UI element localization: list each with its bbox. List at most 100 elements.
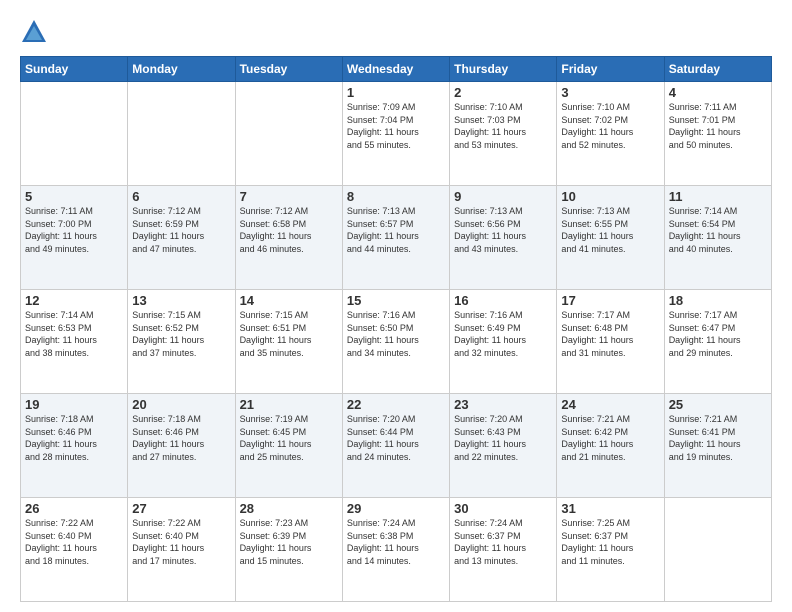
page: SundayMondayTuesdayWednesdayThursdayFrid…	[0, 0, 792, 612]
day-info: Sunrise: 7:22 AM Sunset: 6:40 PM Dayligh…	[25, 517, 123, 567]
logo	[20, 18, 52, 46]
calendar-cell: 29Sunrise: 7:24 AM Sunset: 6:38 PM Dayli…	[342, 498, 449, 602]
calendar-cell: 15Sunrise: 7:16 AM Sunset: 6:50 PM Dayli…	[342, 290, 449, 394]
day-info: Sunrise: 7:10 AM Sunset: 7:03 PM Dayligh…	[454, 101, 552, 151]
day-number: 17	[561, 293, 659, 308]
calendar-cell: 19Sunrise: 7:18 AM Sunset: 6:46 PM Dayli…	[21, 394, 128, 498]
calendar-cell: 13Sunrise: 7:15 AM Sunset: 6:52 PM Dayli…	[128, 290, 235, 394]
day-number: 13	[132, 293, 230, 308]
logo-icon	[20, 18, 48, 46]
weekday-header-saturday: Saturday	[664, 57, 771, 82]
day-info: Sunrise: 7:14 AM Sunset: 6:53 PM Dayligh…	[25, 309, 123, 359]
calendar-week-3: 12Sunrise: 7:14 AM Sunset: 6:53 PM Dayli…	[21, 290, 772, 394]
day-number: 10	[561, 189, 659, 204]
day-number: 26	[25, 501, 123, 516]
day-number: 5	[25, 189, 123, 204]
calendar-cell: 8Sunrise: 7:13 AM Sunset: 6:57 PM Daylig…	[342, 186, 449, 290]
day-number: 1	[347, 85, 445, 100]
day-info: Sunrise: 7:11 AM Sunset: 7:01 PM Dayligh…	[669, 101, 767, 151]
day-info: Sunrise: 7:09 AM Sunset: 7:04 PM Dayligh…	[347, 101, 445, 151]
day-info: Sunrise: 7:13 AM Sunset: 6:55 PM Dayligh…	[561, 205, 659, 255]
calendar-week-5: 26Sunrise: 7:22 AM Sunset: 6:40 PM Dayli…	[21, 498, 772, 602]
day-number: 24	[561, 397, 659, 412]
day-info: Sunrise: 7:20 AM Sunset: 6:43 PM Dayligh…	[454, 413, 552, 463]
day-info: Sunrise: 7:24 AM Sunset: 6:38 PM Dayligh…	[347, 517, 445, 567]
calendar-cell: 7Sunrise: 7:12 AM Sunset: 6:58 PM Daylig…	[235, 186, 342, 290]
day-info: Sunrise: 7:18 AM Sunset: 6:46 PM Dayligh…	[132, 413, 230, 463]
calendar-cell: 6Sunrise: 7:12 AM Sunset: 6:59 PM Daylig…	[128, 186, 235, 290]
day-number: 29	[347, 501, 445, 516]
day-number: 18	[669, 293, 767, 308]
day-number: 4	[669, 85, 767, 100]
day-info: Sunrise: 7:19 AM Sunset: 6:45 PM Dayligh…	[240, 413, 338, 463]
day-number: 7	[240, 189, 338, 204]
day-info: Sunrise: 7:13 AM Sunset: 6:56 PM Dayligh…	[454, 205, 552, 255]
calendar-cell: 18Sunrise: 7:17 AM Sunset: 6:47 PM Dayli…	[664, 290, 771, 394]
day-number: 9	[454, 189, 552, 204]
calendar-cell: 5Sunrise: 7:11 AM Sunset: 7:00 PM Daylig…	[21, 186, 128, 290]
calendar-cell	[128, 82, 235, 186]
day-info: Sunrise: 7:18 AM Sunset: 6:46 PM Dayligh…	[25, 413, 123, 463]
day-info: Sunrise: 7:16 AM Sunset: 6:49 PM Dayligh…	[454, 309, 552, 359]
calendar-cell: 3Sunrise: 7:10 AM Sunset: 7:02 PM Daylig…	[557, 82, 664, 186]
day-number: 3	[561, 85, 659, 100]
day-number: 19	[25, 397, 123, 412]
calendar-cell: 14Sunrise: 7:15 AM Sunset: 6:51 PM Dayli…	[235, 290, 342, 394]
calendar-cell: 27Sunrise: 7:22 AM Sunset: 6:40 PM Dayli…	[128, 498, 235, 602]
day-number: 6	[132, 189, 230, 204]
day-number: 25	[669, 397, 767, 412]
day-info: Sunrise: 7:17 AM Sunset: 6:47 PM Dayligh…	[669, 309, 767, 359]
day-info: Sunrise: 7:21 AM Sunset: 6:41 PM Dayligh…	[669, 413, 767, 463]
calendar-cell: 26Sunrise: 7:22 AM Sunset: 6:40 PM Dayli…	[21, 498, 128, 602]
calendar-cell	[21, 82, 128, 186]
day-number: 28	[240, 501, 338, 516]
calendar-cell: 31Sunrise: 7:25 AM Sunset: 6:37 PM Dayli…	[557, 498, 664, 602]
day-number: 11	[669, 189, 767, 204]
calendar-cell: 9Sunrise: 7:13 AM Sunset: 6:56 PM Daylig…	[450, 186, 557, 290]
day-info: Sunrise: 7:15 AM Sunset: 6:52 PM Dayligh…	[132, 309, 230, 359]
day-number: 20	[132, 397, 230, 412]
day-number: 12	[25, 293, 123, 308]
weekday-header-thursday: Thursday	[450, 57, 557, 82]
day-info: Sunrise: 7:10 AM Sunset: 7:02 PM Dayligh…	[561, 101, 659, 151]
day-number: 23	[454, 397, 552, 412]
header	[20, 18, 772, 46]
weekday-header-wednesday: Wednesday	[342, 57, 449, 82]
day-info: Sunrise: 7:11 AM Sunset: 7:00 PM Dayligh…	[25, 205, 123, 255]
day-info: Sunrise: 7:22 AM Sunset: 6:40 PM Dayligh…	[132, 517, 230, 567]
calendar-cell: 17Sunrise: 7:17 AM Sunset: 6:48 PM Dayli…	[557, 290, 664, 394]
day-info: Sunrise: 7:12 AM Sunset: 6:59 PM Dayligh…	[132, 205, 230, 255]
calendar-cell: 20Sunrise: 7:18 AM Sunset: 6:46 PM Dayli…	[128, 394, 235, 498]
calendar-table: SundayMondayTuesdayWednesdayThursdayFrid…	[20, 56, 772, 602]
day-info: Sunrise: 7:23 AM Sunset: 6:39 PM Dayligh…	[240, 517, 338, 567]
day-info: Sunrise: 7:20 AM Sunset: 6:44 PM Dayligh…	[347, 413, 445, 463]
weekday-header-monday: Monday	[128, 57, 235, 82]
day-number: 15	[347, 293, 445, 308]
day-info: Sunrise: 7:14 AM Sunset: 6:54 PM Dayligh…	[669, 205, 767, 255]
weekday-header-sunday: Sunday	[21, 57, 128, 82]
calendar-week-1: 1Sunrise: 7:09 AM Sunset: 7:04 PM Daylig…	[21, 82, 772, 186]
calendar-cell: 30Sunrise: 7:24 AM Sunset: 6:37 PM Dayli…	[450, 498, 557, 602]
calendar-week-2: 5Sunrise: 7:11 AM Sunset: 7:00 PM Daylig…	[21, 186, 772, 290]
calendar-cell: 23Sunrise: 7:20 AM Sunset: 6:43 PM Dayli…	[450, 394, 557, 498]
calendar-cell: 24Sunrise: 7:21 AM Sunset: 6:42 PM Dayli…	[557, 394, 664, 498]
calendar-cell: 21Sunrise: 7:19 AM Sunset: 6:45 PM Dayli…	[235, 394, 342, 498]
calendar-cell: 11Sunrise: 7:14 AM Sunset: 6:54 PM Dayli…	[664, 186, 771, 290]
day-number: 27	[132, 501, 230, 516]
day-number: 22	[347, 397, 445, 412]
weekday-header-friday: Friday	[557, 57, 664, 82]
day-info: Sunrise: 7:21 AM Sunset: 6:42 PM Dayligh…	[561, 413, 659, 463]
calendar-cell	[664, 498, 771, 602]
day-number: 2	[454, 85, 552, 100]
day-number: 31	[561, 501, 659, 516]
day-info: Sunrise: 7:17 AM Sunset: 6:48 PM Dayligh…	[561, 309, 659, 359]
calendar-cell: 12Sunrise: 7:14 AM Sunset: 6:53 PM Dayli…	[21, 290, 128, 394]
calendar-cell: 4Sunrise: 7:11 AM Sunset: 7:01 PM Daylig…	[664, 82, 771, 186]
day-info: Sunrise: 7:12 AM Sunset: 6:58 PM Dayligh…	[240, 205, 338, 255]
calendar-week-4: 19Sunrise: 7:18 AM Sunset: 6:46 PM Dayli…	[21, 394, 772, 498]
calendar-cell	[235, 82, 342, 186]
calendar-cell: 1Sunrise: 7:09 AM Sunset: 7:04 PM Daylig…	[342, 82, 449, 186]
day-number: 16	[454, 293, 552, 308]
calendar-cell: 2Sunrise: 7:10 AM Sunset: 7:03 PM Daylig…	[450, 82, 557, 186]
day-number: 8	[347, 189, 445, 204]
